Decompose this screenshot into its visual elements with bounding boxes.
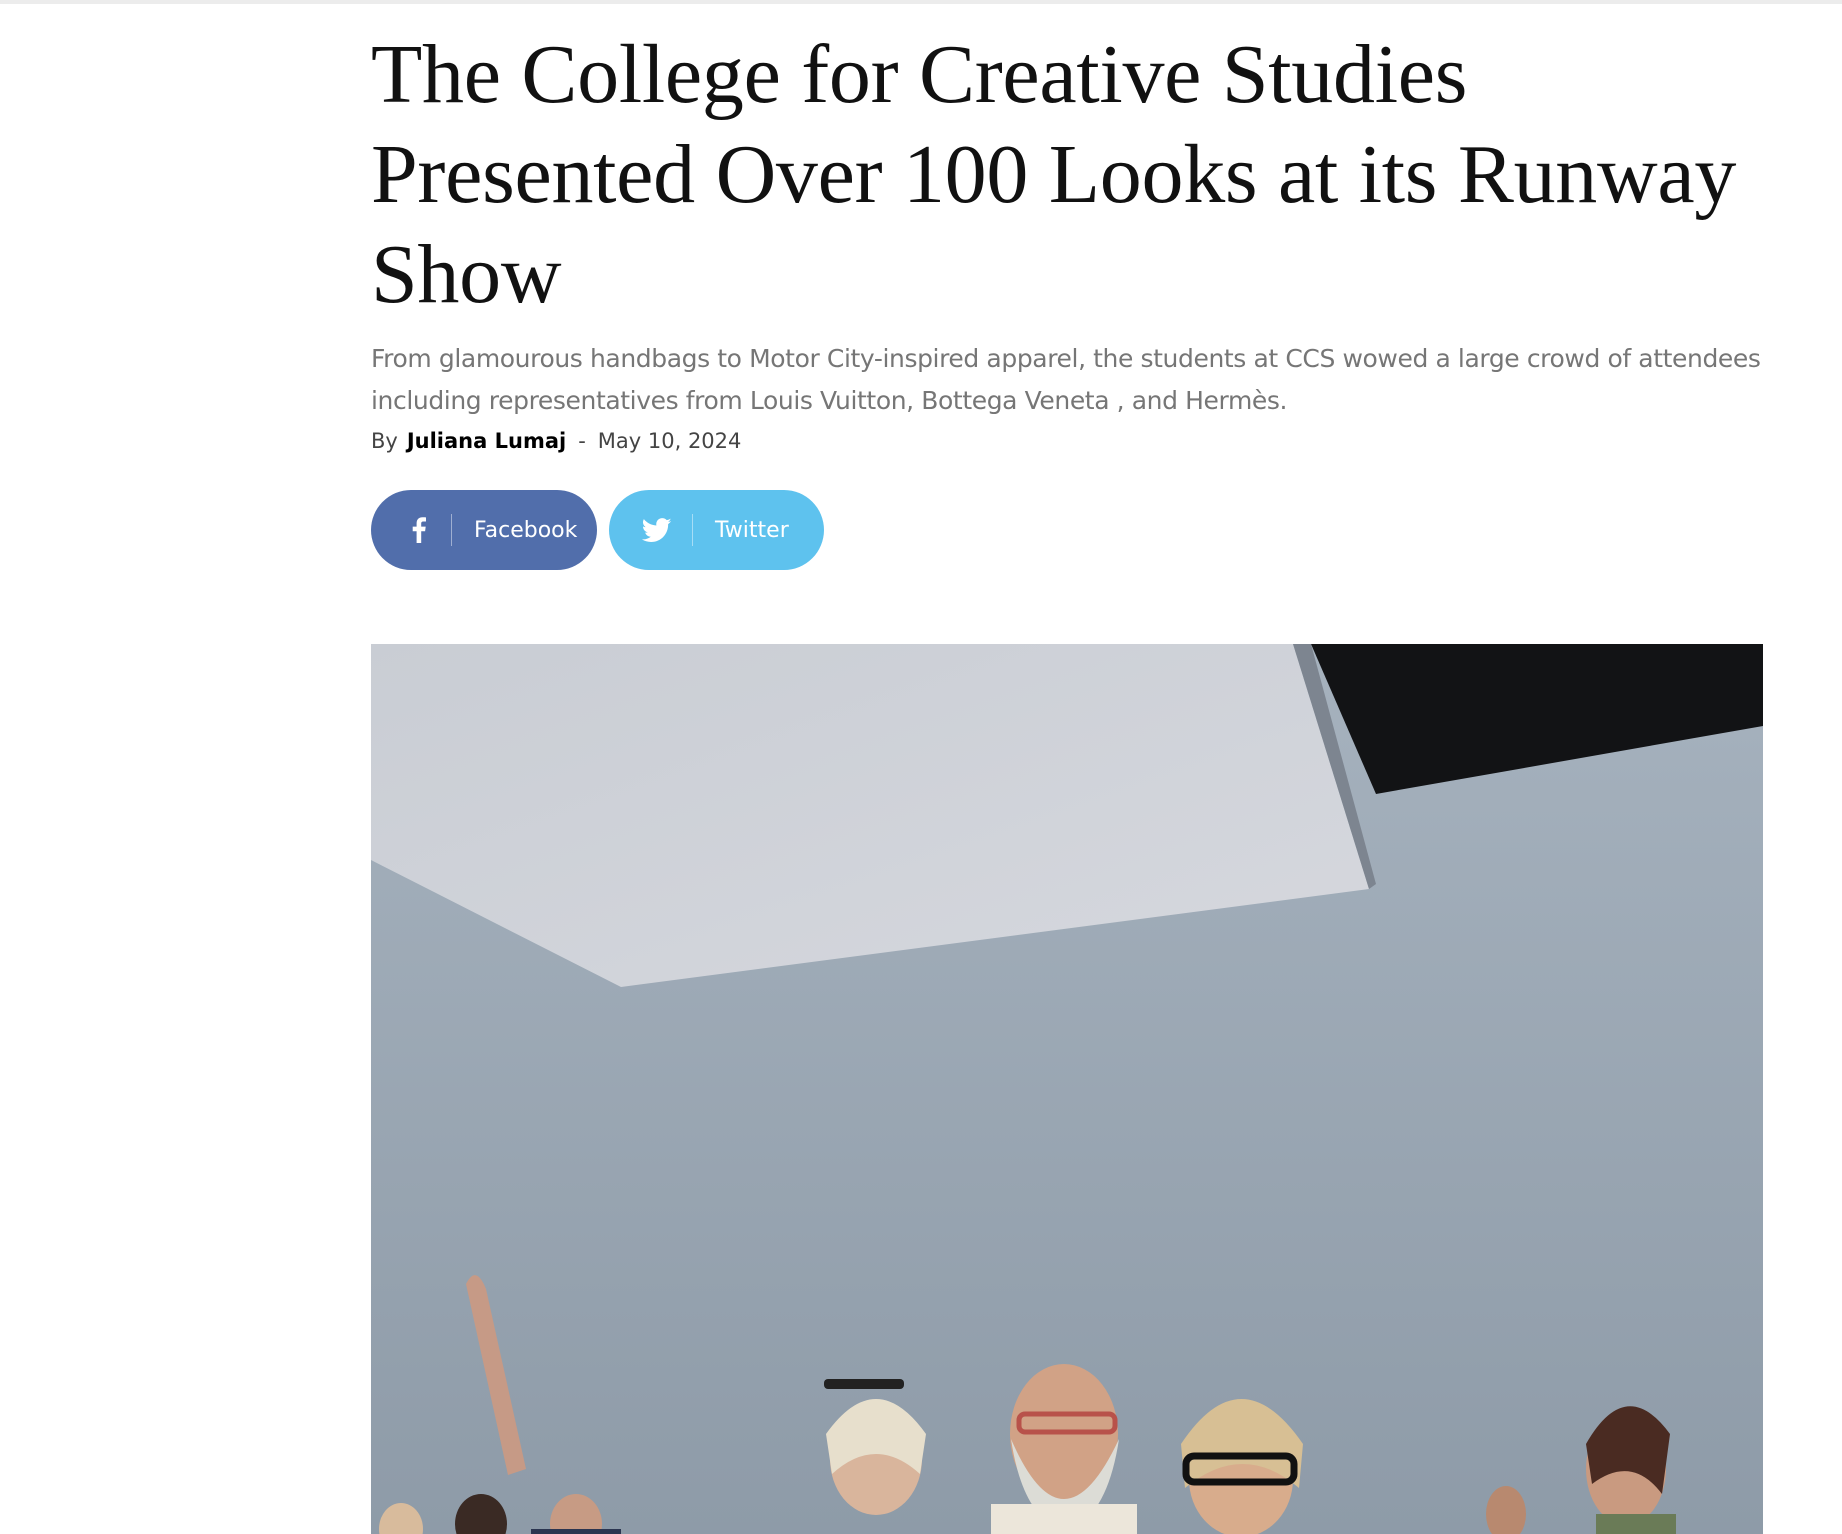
button-divider: [451, 514, 452, 546]
facebook-icon: [404, 515, 434, 545]
runway-show-attendees-photo: [371, 644, 1763, 1534]
featured-image: [371, 644, 1763, 1534]
publish-date: May 10, 2024: [597, 429, 742, 453]
facebook-share-button[interactable]: Facebook: [371, 490, 597, 570]
share-buttons: Facebook Twitter: [371, 490, 824, 570]
facebook-share-label: Facebook: [474, 517, 578, 543]
top-divider: [0, 0, 1842, 4]
button-divider: [692, 514, 693, 546]
twitter-share-button[interactable]: Twitter: [609, 490, 824, 570]
twitter-share-label: Twitter: [715, 517, 789, 543]
article-meta: By Juliana Lumaj - May 10, 2024: [371, 425, 741, 457]
article-subtitle: From glamourous handbags to Motor City-i…: [371, 344, 1761, 415]
byline-label: By: [371, 429, 398, 453]
article-title: The College for Creative Studies Present…: [371, 28, 1737, 321]
meta-separator: -: [578, 429, 586, 453]
author-link[interactable]: Juliana Lumaj: [407, 429, 566, 453]
twitter-icon: [642, 515, 672, 545]
